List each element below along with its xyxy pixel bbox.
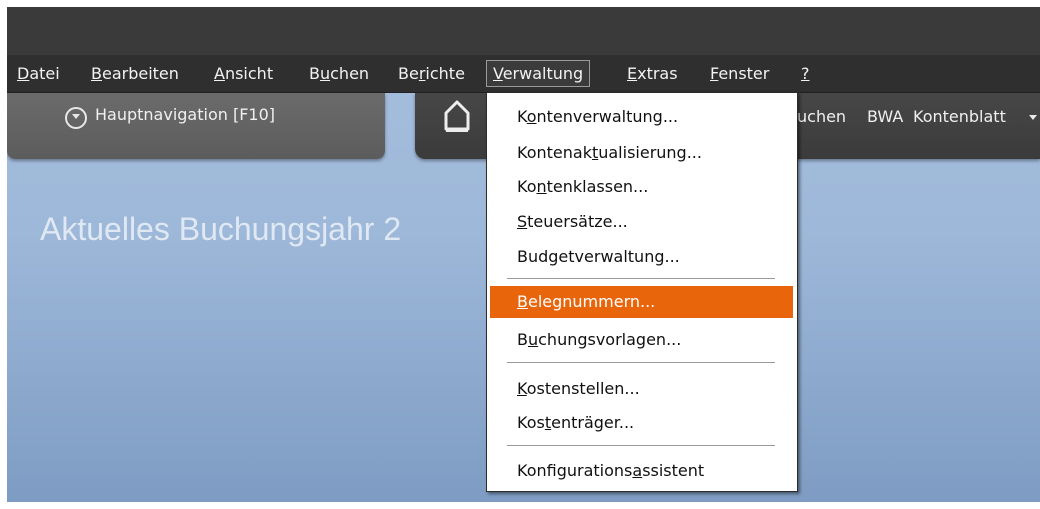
menu-label-part: chen [330,64,370,83]
menu-mnemonic: E [627,64,638,83]
home-icon[interactable] [443,99,471,133]
menu-item-kontenaktualisierung[interactable]: Kontenaktualisierung... [490,137,793,169]
menu-berichte[interactable]: Berichte [392,61,471,86]
item-label-part: ssistent [642,461,705,480]
item-mnemonic: u [527,330,539,349]
menu-mnemonic: A [214,64,225,83]
menu-item-budgetverwaltung[interactable]: Budgetverwaltung... [490,241,793,273]
menu-item-konfigurationsassistent[interactable]: Konfigurationsassistent [490,455,793,487]
menu-separator [507,278,775,279]
item-mnemonic: o [526,107,537,126]
menu-buchen[interactable]: Buchen [303,61,375,86]
menu-label-part: ichte [425,64,465,83]
menu-mnemonic: B [91,64,102,83]
item-mnemonic: a [632,461,643,480]
item-mnemonic: K [517,379,527,398]
menu-label-part: earbeiten [101,64,179,83]
item-label-part: teuersätze... [527,212,628,231]
item-label-part: enträger... [551,413,635,432]
menu-verwaltung[interactable]: Verwaltung [486,60,591,87]
item-label-part: Budgetverwaltung... [517,247,680,266]
hauptnavigation-label: Hauptnavigation [F10] [95,105,276,124]
menu-separator [507,362,775,363]
item-label-part: ualisierung... [598,143,702,162]
page-title: Aktuelles Buchungsjahr 2 [40,211,402,247]
item-label-part: Kos [517,413,545,432]
toolbar-buchen[interactable]: uchen [797,107,846,126]
menu-mnemonic: V [493,64,503,83]
menu-mnemonic: D [17,64,30,83]
item-mnemonic: n [536,177,547,196]
item-label-part: Kontenak [517,143,592,162]
item-label-part: tenklassen... [546,177,649,196]
menu-item-kostentraeger[interactable]: Kostenträger... [490,407,793,439]
menu-mnemonic: u [319,64,331,83]
caret-down-icon[interactable] [1029,115,1037,120]
item-label-part: Ko [517,177,537,196]
item-label-part: B [517,330,528,349]
menu-item-belegnummern[interactable]: Belegnummern... [490,286,793,318]
menu-item-kontenklassen[interactable]: Kontenklassen... [490,171,793,203]
menu-help[interactable]: ? [795,61,816,86]
menu-bearbeiten[interactable]: Bearbeiten [85,61,185,86]
menu-separator [507,445,775,446]
menu-label-part: nsicht [224,64,274,83]
menu-label-part: enster [718,64,770,83]
menu-item-kostenstellen[interactable]: Kostenstellen... [490,373,793,405]
chevron-down-circle-icon [65,107,87,129]
menu-mnemonic: ? [801,64,810,83]
item-mnemonic: B [517,292,528,311]
toolbar-kontenblatt[interactable]: Kontenblatt [913,107,1006,126]
verwaltung-dropdown-menu: Kontenverwaltung... Kontenaktualisierung… [486,92,798,492]
menu-item-buchungsvorlagen[interactable]: Buchungsvorlagen... [490,324,793,356]
menu-fenster[interactable]: Fenster [704,61,775,86]
toolbar-bwa[interactable]: BWA [867,107,903,126]
menu-extras[interactable]: Extras [621,61,684,86]
item-label-part: elegnummern... [527,292,656,311]
menu-item-steuersaetze[interactable]: Steuersätze... [490,206,793,238]
menu-label-part: Be [398,64,419,83]
menu-label-part: erwaltung [502,64,584,83]
item-label-part: K [517,107,527,126]
hauptnavigation-button[interactable]: Hauptnavigation [F10] [7,93,385,159]
menu-label-part: atei [29,64,60,83]
menu-label-part: xtras [637,64,678,83]
item-label-part: chungsvorlagen... [538,330,682,349]
item-label-part: ntenverwaltung... [536,107,679,126]
item-label-part: Konfigurations [517,461,633,480]
menu-datei[interactable]: Datei [11,61,66,86]
item-mnemonic: S [517,212,528,231]
menu-bar: Datei Bearbeiten Ansicht Buchen Berichte… [7,55,1040,93]
menu-label-part: B [309,64,320,83]
title-bar [7,7,1040,55]
menu-ansicht[interactable]: Ansicht [208,61,279,86]
menu-item-kontenverwaltung[interactable]: Kontenverwaltung... [490,101,793,133]
item-label-part: ostenstellen... [526,379,640,398]
